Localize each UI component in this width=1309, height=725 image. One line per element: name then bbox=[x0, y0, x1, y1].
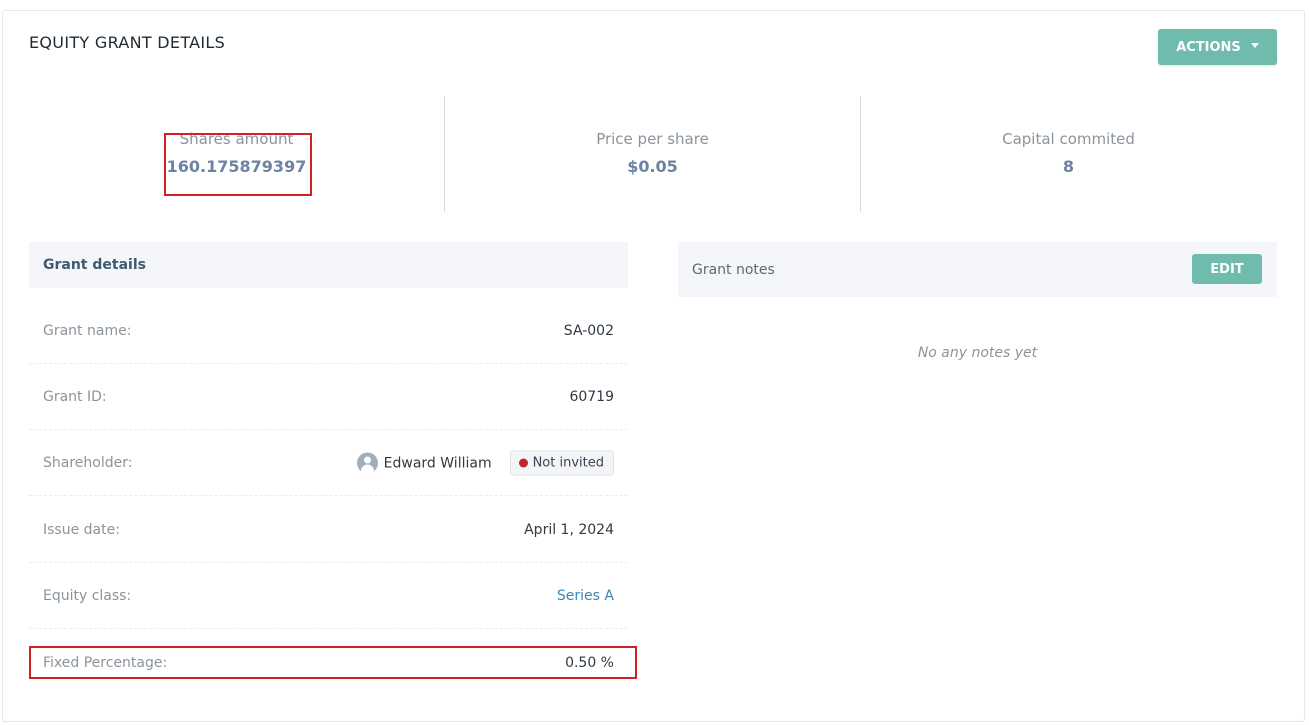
status-badge: Not invited bbox=[509, 450, 614, 476]
user-avatar-icon bbox=[356, 452, 378, 474]
stat-price-per-share: Price per share $0.05 bbox=[445, 130, 860, 176]
detail-label: Equity class: bbox=[43, 588, 132, 604]
edit-notes-button[interactable]: EDIT bbox=[1192, 254, 1262, 284]
detail-value: SA-002 bbox=[563, 323, 614, 339]
stat-value: $0.05 bbox=[627, 157, 678, 176]
notes-empty-state: No any notes yet bbox=[917, 345, 1038, 361]
detail-row-equity-class: Equity class: Series A bbox=[29, 564, 628, 629]
page-title: EQUITY GRANT DETAILS bbox=[29, 33, 226, 52]
detail-row-issue-date: Issue date: April 1, 2024 bbox=[29, 498, 628, 563]
grant-details-heading: Grant details bbox=[43, 257, 146, 273]
shareholder-info: Edward William Not invited bbox=[356, 450, 614, 476]
detail-value: April 1, 2024 bbox=[524, 522, 614, 538]
detail-value: 60719 bbox=[569, 389, 614, 405]
detail-label: Grant name: bbox=[43, 323, 132, 339]
shareholder-name[interactable]: Edward William bbox=[384, 455, 492, 471]
grant-details-header: Grant details bbox=[29, 242, 628, 288]
detail-label: Issue date: bbox=[43, 522, 120, 538]
detail-label: Grant ID: bbox=[43, 389, 107, 405]
highlight-box-shares-amount bbox=[164, 133, 312, 196]
highlight-box-fixed-percentage bbox=[29, 646, 637, 679]
grant-notes-heading: Grant notes bbox=[692, 261, 775, 278]
status-badge-label: Not invited bbox=[532, 455, 604, 471]
actions-button[interactable]: ACTIONS bbox=[1158, 29, 1277, 65]
stat-label: Price per share bbox=[596, 130, 709, 148]
stat-value: 8 bbox=[1062, 157, 1075, 176]
stat-capital-committed: Capital commited 8 bbox=[861, 130, 1276, 176]
grant-notes-header: Grant notes EDIT bbox=[678, 242, 1277, 297]
detail-row-shareholder: Shareholder: Edward William Not invited bbox=[29, 431, 628, 496]
detail-row-grant-id: Grant ID: 60719 bbox=[29, 365, 628, 430]
equity-class-link[interactable]: Series A bbox=[557, 588, 614, 604]
actions-button-label: ACTIONS bbox=[1176, 39, 1241, 55]
stat-label: Capital commited bbox=[1002, 130, 1135, 148]
status-dot-icon bbox=[518, 458, 528, 468]
caret-down-icon bbox=[1250, 42, 1259, 48]
detail-row-grant-name: Grant name: SA-002 bbox=[29, 299, 628, 364]
detail-label: Shareholder: bbox=[43, 455, 133, 471]
